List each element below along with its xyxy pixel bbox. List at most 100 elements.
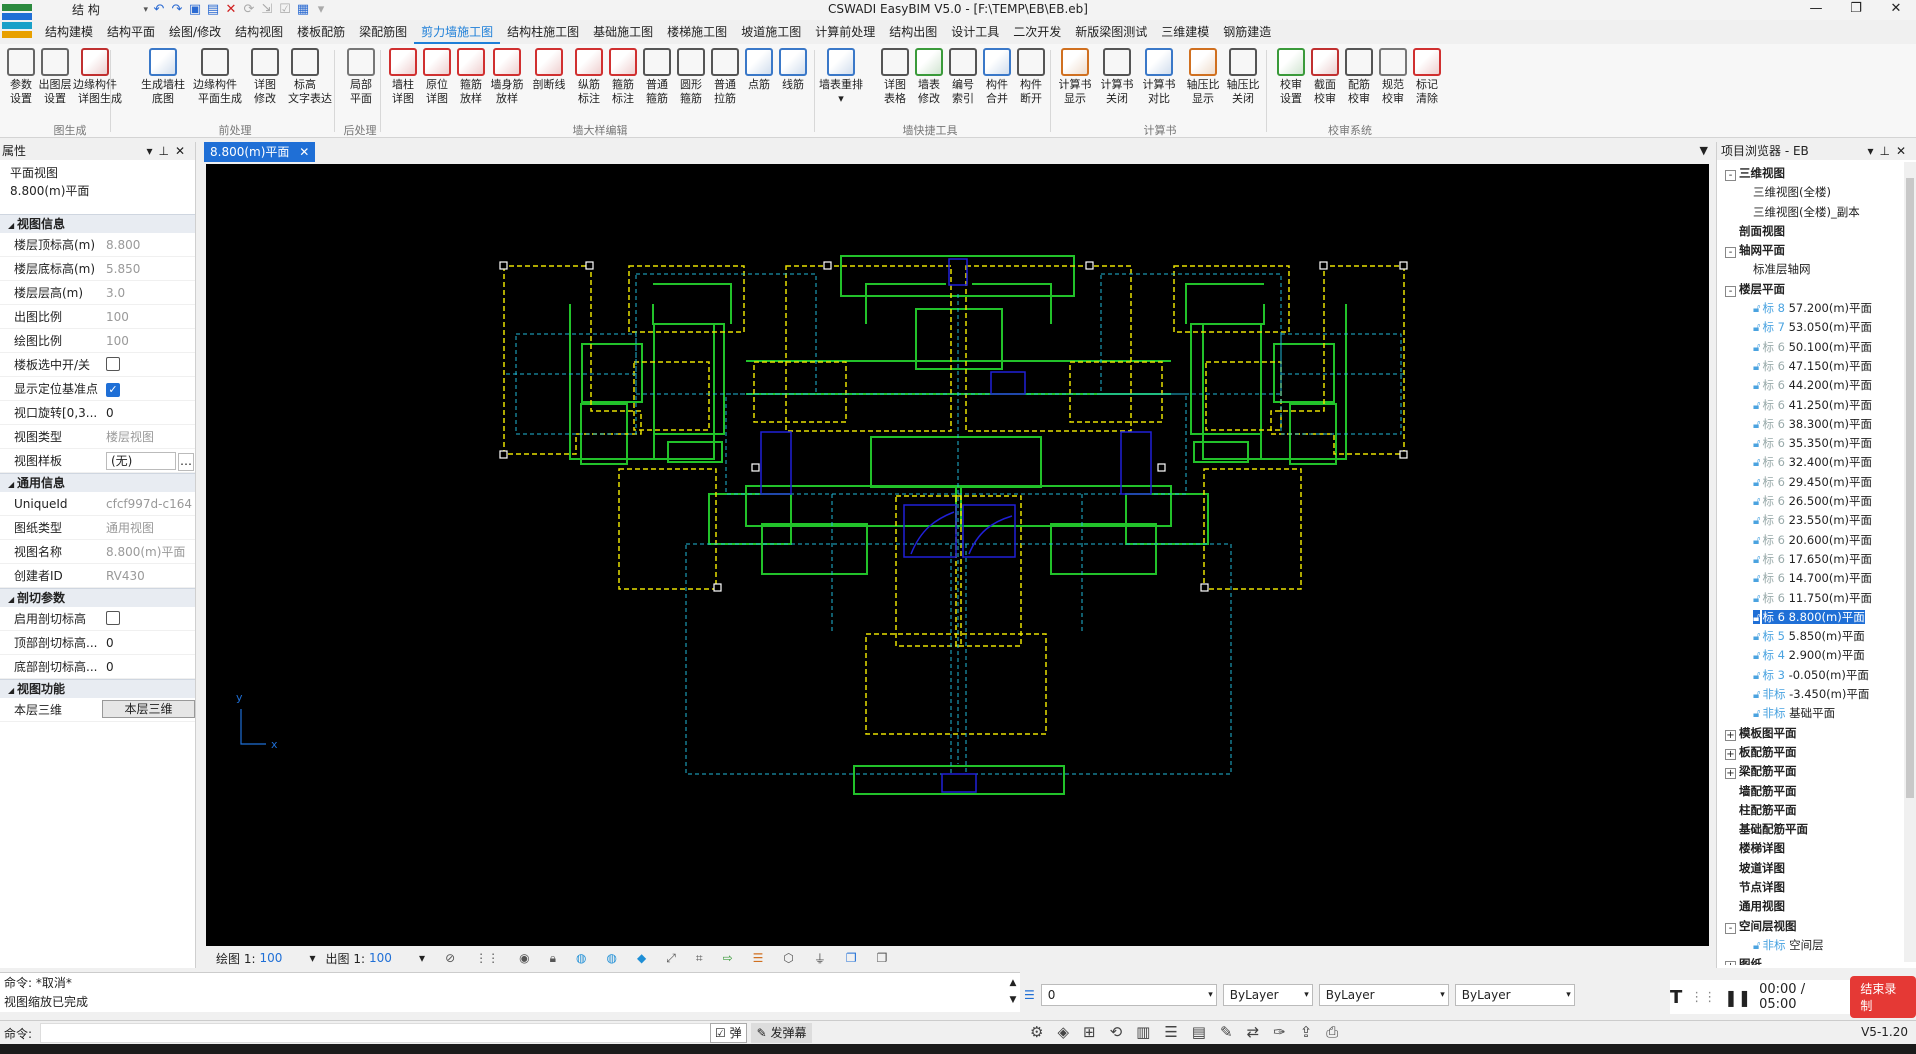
scrollbar[interactable]: [1904, 162, 1916, 962]
ribbon-button[interactable]: 计算书 对比: [1142, 48, 1176, 106]
unlock-icon[interactable]: 🔓︎: [1753, 494, 1760, 508]
menu-item[interactable]: 结构建模: [38, 20, 100, 44]
unlock-icon[interactable]: 🔓︎: [1753, 648, 1760, 662]
command-scroll[interactable]: ▲ ▼: [1006, 975, 1020, 1011]
dropdown-icon[interactable]: ▾: [1867, 144, 1879, 158]
property-value[interactable]: 3.0: [98, 281, 195, 304]
property-section-header[interactable]: ◢ 视图功能: [0, 679, 195, 698]
module-select[interactable]: 结 构 ▾: [50, 1, 150, 19]
unlock-icon[interactable]: 🔓︎: [1753, 417, 1760, 431]
tree-node[interactable]: 剖面视图: [1725, 222, 1916, 241]
drag-handle-icon[interactable]: ⋮⋮: [1690, 990, 1716, 1005]
property-section-header[interactable]: ◢ 剖切参数: [0, 588, 195, 607]
property-value[interactable]: cfcf997d-c164: [98, 492, 195, 515]
linetype-select[interactable]: ByLayer ▾: [1318, 984, 1449, 1006]
check-icon[interactable]: ☑: [278, 3, 292, 17]
dropdown-icon[interactable]: ▾: [314, 3, 328, 17]
tree-node[interactable]: + 板配筋平面: [1725, 743, 1916, 762]
menu-item[interactable]: 坡道施工图: [734, 20, 808, 44]
dropdown-icon[interactable]: ▾: [146, 144, 158, 158]
app-logo[interactable]: [0, 0, 40, 44]
unlock-icon[interactable]: 🔓︎: [1753, 513, 1760, 527]
tree-node[interactable]: 🔓︎ 标 8 57.200(m)平面: [1725, 299, 1916, 318]
collapse-icon[interactable]: -: [1725, 922, 1736, 934]
property-value[interactable]: 通用视图: [98, 516, 195, 539]
pin-icon[interactable]: ⊥: [1879, 144, 1895, 158]
menu-item[interactable]: 剪力墙施工图: [414, 20, 501, 44]
export-icon[interactable]: ⇪: [1300, 1023, 1313, 1041]
send-danmu-button[interactable]: ✎ 发弹幕: [750, 1023, 813, 1043]
property-dropdown[interactable]: (无)…: [98, 449, 195, 472]
ribbon-button[interactable]: 剖断线: [532, 48, 566, 92]
command-input[interactable]: [40, 1023, 720, 1043]
tree-node[interactable]: 🔓︎ 标 6 44.200(m)平面: [1725, 376, 1916, 395]
ribbon-button[interactable]: 轴压比 显示: [1186, 48, 1220, 106]
property-section-header[interactable]: ◢ 视图信息: [0, 214, 195, 233]
ribbon-button[interactable]: 墙表重排 ▾: [819, 48, 863, 106]
property-checkbox[interactable]: ✓: [98, 377, 195, 400]
tree-node[interactable]: + 模板图平面: [1725, 724, 1916, 743]
scrollbar-thumb[interactable]: [1906, 178, 1914, 798]
unlock-icon[interactable]: 🔓︎: [1753, 475, 1760, 489]
close-icon[interactable]: ✕: [299, 145, 309, 159]
unlock-icon[interactable]: 🔓︎: [1753, 687, 1760, 701]
close-icon[interactable]: ✕: [1876, 0, 1916, 20]
menu-item[interactable]: 计算前处理: [808, 20, 882, 44]
menu-item[interactable]: 梁配筋图: [352, 20, 414, 44]
expand-icon[interactable]: +: [1725, 961, 1736, 965]
ribbon-button[interactable]: 原位 详图: [420, 48, 454, 106]
windows2-icon[interactable]: ❐: [877, 951, 888, 965]
ribbon-button[interactable]: 详图 表格: [878, 48, 912, 106]
ribbon-button[interactable]: 箍筋 放样: [454, 48, 488, 106]
tree-node[interactable]: 🔓︎ 标 6 32.400(m)平面: [1725, 453, 1916, 472]
ribbon-button[interactable]: 轴压比 关闭: [1226, 48, 1260, 106]
ribbon-button[interactable]: 标记 清除: [1410, 48, 1444, 106]
tree-node[interactable]: 🔓︎ 标 5 5.850(m)平面: [1725, 627, 1916, 646]
property-value[interactable]: 8.800(m)平面: [98, 540, 195, 563]
print-icon[interactable]: ⎙: [1326, 1023, 1338, 1041]
danmu-toggle[interactable]: ☑ 弹: [710, 1023, 747, 1043]
unlock-icon[interactable]: 🔓︎: [1753, 552, 1760, 566]
property-value[interactable]: RV430: [98, 564, 195, 587]
more-button[interactable]: …: [178, 453, 194, 471]
tree-node[interactable]: 楼梯详图: [1725, 839, 1916, 858]
property-value[interactable]: 5.850: [98, 257, 195, 280]
filter-icon[interactable]: ⏚: [814, 950, 826, 967]
unlock-icon[interactable]: 🔓︎: [1753, 340, 1760, 354]
ribbon-button[interactable]: 箍筋 标注: [606, 48, 640, 106]
tree-node[interactable]: 🔓︎ 标 6 14.700(m)平面: [1725, 569, 1916, 588]
ribbon-button[interactable]: 墙柱 详图: [386, 48, 420, 106]
nodes-icon[interactable]: ⊞: [1083, 1023, 1096, 1041]
ribbon-button[interactable]: 墙表 修改: [912, 48, 946, 106]
menu-item[interactable]: 结构柱施工图: [500, 20, 586, 44]
redo-icon[interactable]: ↷: [170, 3, 184, 17]
menu-item[interactable]: 三维建模: [1154, 20, 1216, 44]
tree-node[interactable]: 🔓︎ 标 6 20.600(m)平面: [1725, 531, 1916, 550]
output-scale-value[interactable]: 100: [369, 951, 409, 965]
property-value[interactable]: 8.800: [98, 233, 195, 256]
dwg-icon[interactable]: ▤: [1192, 1023, 1206, 1041]
tree-node[interactable]: + 梁配筋平面: [1725, 762, 1916, 781]
ribbon-button[interactable]: 标高 文字表达: [288, 48, 332, 106]
ribbon-button[interactable]: 出图层 设置: [38, 48, 72, 106]
minimize-icon[interactable]: —: [1796, 0, 1836, 20]
unlock-icon[interactable]: 🔓︎: [1753, 436, 1760, 450]
lineweight-select[interactable]: ByLayer ▾: [1454, 984, 1575, 1006]
tag-icon[interactable]: ✑: [1273, 1023, 1286, 1041]
collapse-icon[interactable]: -: [1725, 247, 1736, 259]
property-checkbox[interactable]: [98, 607, 195, 630]
crop-icon[interactable]: ⌗: [696, 951, 703, 966]
collapse-icon[interactable]: ◢: [8, 221, 17, 230]
sync-icon[interactable]: ⇄: [1247, 1023, 1260, 1041]
tree-node[interactable]: 🔓︎ 标 7 53.050(m)平面: [1725, 318, 1916, 337]
ribbon-button[interactable]: 配筋 校审: [1342, 48, 1376, 106]
expand-icon[interactable]: +: [1725, 768, 1736, 780]
collapse-icon[interactable]: -: [1725, 285, 1736, 297]
visibility-off-icon[interactable]: ⊘: [445, 951, 455, 965]
dwg-icon[interactable]: ⇨: [723, 951, 733, 965]
tree-node[interactable]: - 轴网平面: [1725, 241, 1916, 260]
expand-icon[interactable]: +: [1725, 729, 1736, 741]
tab-floor-plan[interactable]: 8.800(m)平面 ✕: [204, 142, 316, 162]
tree-node[interactable]: 通用视图: [1725, 897, 1916, 916]
unlock-icon[interactable]: 🔓︎: [1753, 533, 1760, 547]
